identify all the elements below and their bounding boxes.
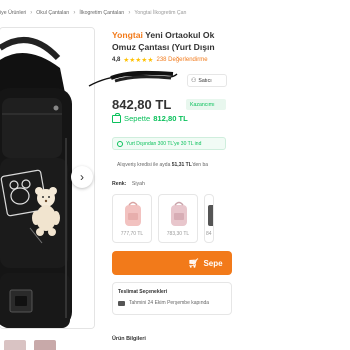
cart-icon: 🛒︎: [188, 257, 200, 268]
delivery-options: Teslimat Seçenekleri Tahmini 24 Ekim Per…: [112, 282, 232, 315]
next-image-button[interactable]: ›: [71, 166, 93, 188]
variant-price: 777,70 TL: [120, 231, 144, 237]
add-to-cart-label: Sepe: [203, 258, 223, 268]
cart-icon: [112, 112, 121, 123]
variant-list: 777,70 TL 783,30 TL 84: [112, 194, 214, 243]
rating-row: 4,8 ★★★★★ 238 Değerlendirme: [112, 56, 208, 64]
variant-option[interactable]: 777,70 TL: [112, 194, 152, 243]
color-label: Renk: Siyah: [112, 181, 145, 187]
product-title: Yongtai Yeni Ortaokul Ok Omuz Çantası (Y…: [112, 29, 350, 53]
seller-label: Satıcı: [198, 77, 212, 84]
chevron-right-icon: ›: [80, 170, 84, 184]
basket-price-value: 812,80 TL: [153, 114, 188, 123]
reviews-link[interactable]: 238 Değerlendirme: [157, 57, 208, 63]
truck-icon: [118, 300, 125, 306]
credit-suffix: 'den ba: [191, 162, 209, 168]
variant-price: 783,30 TL: [166, 231, 190, 237]
title-line-1: Yeni Ortaokul Ok: [145, 30, 215, 40]
breadcrumb-item[interactable]: İlkogretim Çantaları: [79, 10, 124, 16]
chevron-right-icon: ›: [73, 10, 76, 16]
variant-option[interactable]: 84: [204, 194, 214, 243]
breadcrumb-item[interactable]: iye Ürünleri: [0, 10, 26, 16]
title-line-2: Omuz Çantası (Yurt Dışın: [112, 42, 215, 52]
seller-icon: ⚇: [191, 78, 197, 84]
variant-image: [171, 201, 187, 226]
promo-banner[interactable]: Yurt Dışından 300 TL'ye 30 TL ind: [112, 137, 226, 150]
variant-image: [125, 201, 141, 226]
delivery-estimate-text: Tahmini 24 Ekim Perşembe kapında: [129, 300, 210, 306]
delivery-heading: Teslimat Seçenekleri: [118, 289, 168, 295]
promo-text: Yurt Dışından 300 TL'ye 30 TL ind: [126, 140, 202, 147]
star-rating-icon: ★★★★★: [123, 57, 154, 64]
basket-price: Sepette 812,80 TL: [112, 112, 188, 123]
delivery-estimate: Tahmini 24 Ekim Perşembe kapında: [118, 300, 209, 306]
rating-score: 4,8: [112, 57, 121, 63]
seller-button[interactable]: ⚇ Satıcı: [187, 74, 227, 87]
product-price: 842,80 TL: [112, 97, 172, 112]
thumbnail[interactable]: [4, 340, 26, 350]
chevron-right-icon: ›: [128, 10, 131, 16]
info-icon: [117, 140, 123, 147]
brand-link[interactable]: Yongtai: [112, 30, 143, 40]
variant-option[interactable]: 783,30 TL: [158, 194, 198, 243]
credit-amount: 51,31 TL: [171, 162, 192, 168]
earnings-badge[interactable]: Kazancımı: [186, 99, 226, 110]
chevron-right-icon: ›: [30, 10, 33, 16]
variant-price: 84: [206, 231, 212, 237]
thumbnail-strip: [4, 340, 56, 350]
credit-info: Alışveriş kredisi ile ayda 51,31 TL'den …: [117, 162, 208, 168]
thumbnail[interactable]: [34, 340, 56, 350]
redaction-scribble: [88, 70, 178, 87]
product-info-heading: Ürün Bilgileri: [112, 336, 146, 342]
breadcrumb-current: Yongtai İlkogretim Çan: [134, 10, 187, 16]
color-value: Siyah: [131, 181, 145, 187]
add-to-cart-button[interactable]: 🛒︎ Sepe: [112, 251, 232, 275]
color-key: Renk:: [112, 181, 127, 187]
variant-image: [208, 205, 213, 226]
credit-prefix: Alışveriş kredisi ile ayda: [117, 162, 171, 168]
breadcrumb: iye Ürünleri › Okul Çantaları › İlkogret…: [0, 8, 186, 18]
basket-label: Sepette: [124, 114, 151, 123]
breadcrumb-item[interactable]: Okul Çantaları: [36, 10, 69, 16]
